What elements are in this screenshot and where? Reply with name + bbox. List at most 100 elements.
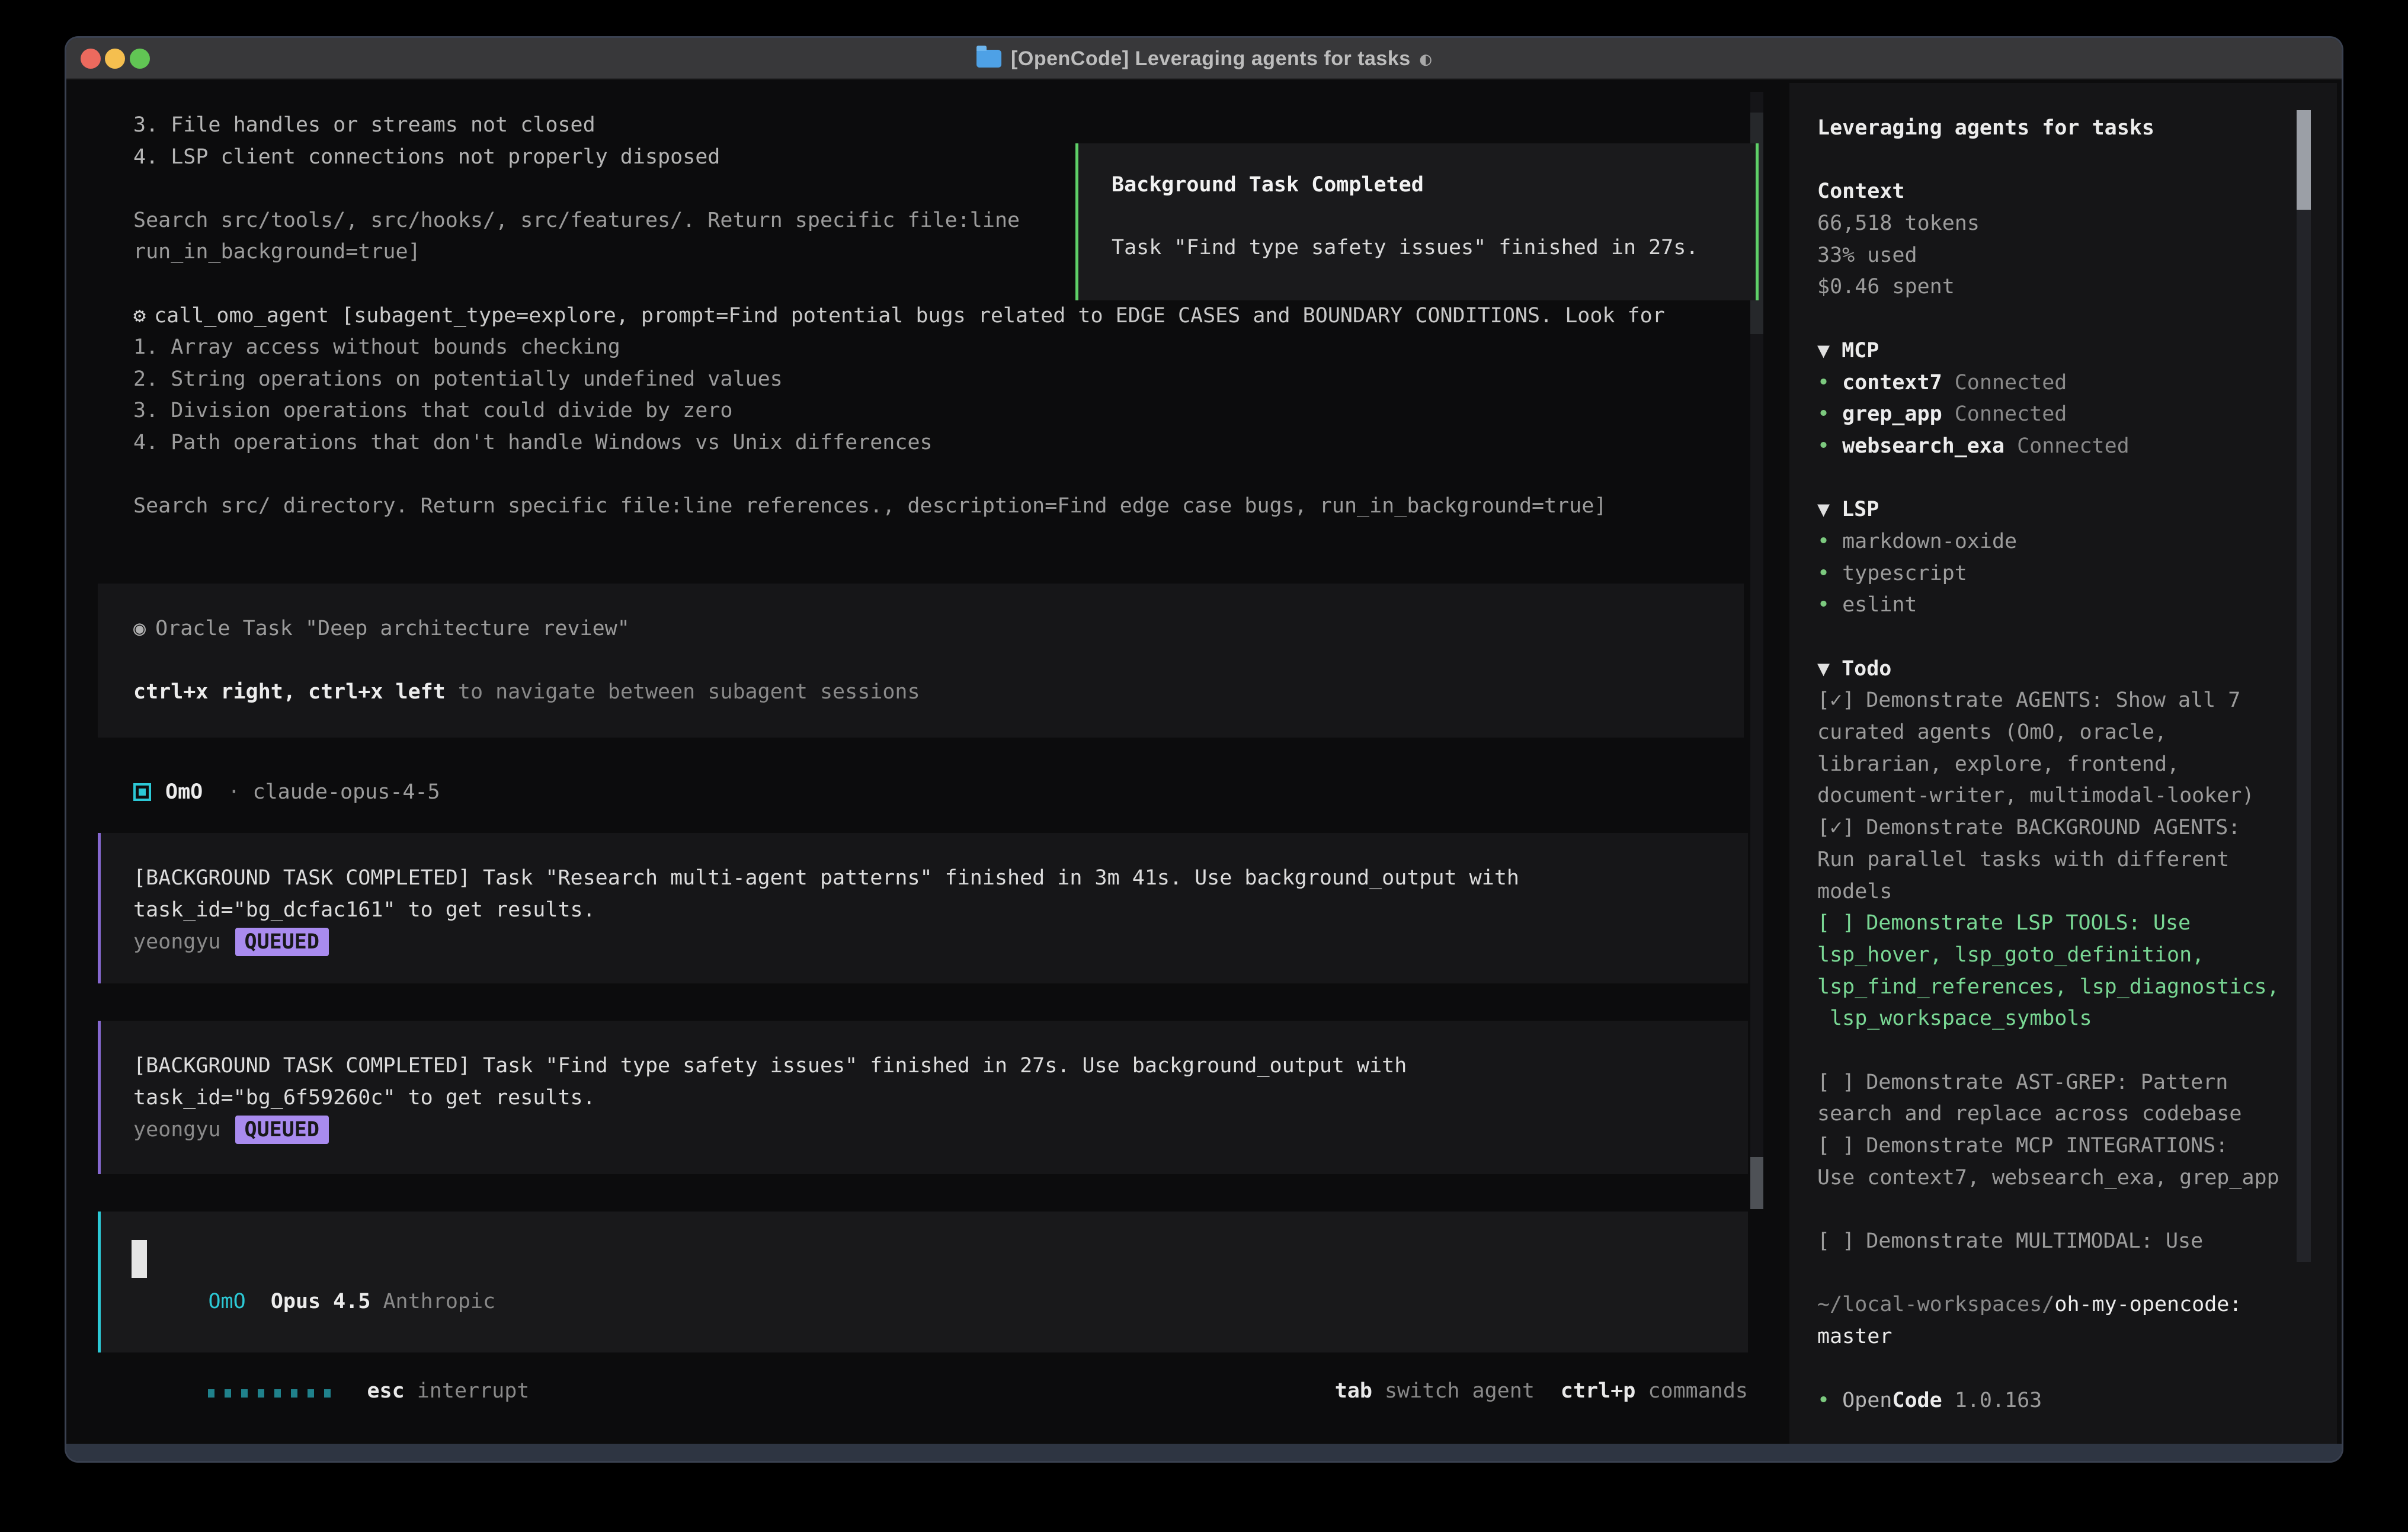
scrollback-line: Search src/ directory. Return specific f… (133, 491, 1665, 523)
lsp-item: •markdown-oxide (1817, 526, 2297, 558)
mcp-name: grep_app (1842, 402, 1942, 426)
agent-header: OmO · claude-opus-4-5 (133, 776, 440, 808)
todo-line: librarian, explore, frontend, (1817, 749, 2297, 781)
mcp-section-header[interactable]: ▼MCP (1817, 335, 2297, 367)
task-message-line: task_id="bg_dcfac161" to get results. (133, 895, 1748, 927)
model-status-line: OmO Opus 4.5 Anthropic (133, 1266, 495, 1337)
context-used: 33% used (1817, 240, 2297, 272)
half-moon-icon: ◐ (1420, 47, 1432, 70)
checkbox-empty-icon: [ ] (1817, 1134, 1855, 1158)
bullet-icon: • (1817, 530, 1830, 553)
scrollback-line: 3. Division operations that could divide… (133, 395, 1665, 427)
todo-line: document-writer, multimodal-looker) (1817, 780, 2297, 812)
bullet-icon: • (1817, 593, 1830, 617)
todo-section-header[interactable]: ▼Todo (1817, 653, 2297, 685)
context-heading: Context (1817, 176, 2297, 208)
oracle-task-text: Oracle Task "Deep architecture review" (155, 617, 630, 640)
dot-separator: · (228, 780, 240, 804)
separator (240, 780, 252, 804)
mcp-item: • grep_app Connected (1817, 399, 2297, 431)
sidebar-content: Leveraging agents for tasks Context 66,5… (1817, 113, 2297, 1416)
scrollback-line: 1. Array access without bounds checking (133, 332, 1665, 364)
titlebar: [OpenCode] Leveraging agents for tasks ◐ (66, 38, 2342, 79)
ctrlp-key: ctrl+p (1561, 1379, 1635, 1403)
window-title: [OpenCode] Leveraging agents for tasks (1011, 47, 1411, 70)
task-user: yeongyu (133, 1118, 221, 1142)
scrollbar-thumb[interactable] (1750, 1157, 1763, 1209)
separator (203, 780, 228, 804)
zoom-button[interactable] (130, 49, 150, 69)
status-badge: QUEUED (235, 928, 329, 956)
gear-icon: ⚙ (133, 304, 146, 328)
lsp-name: typescript (1842, 562, 1967, 585)
todo-line: [ ]Demonstrate MULTIMODAL: Use (1817, 1226, 2297, 1258)
background-task-card: [BACKGROUND TASK COMPLETED] Task "Resear… (98, 833, 1748, 983)
spinner-dots-icon (208, 1389, 341, 1398)
sidebar-scrollbar[interactable] (2297, 110, 2311, 1262)
mcp-item: •websearch_exa Connected (1817, 431, 2297, 463)
lsp-item: • eslint (1817, 589, 2297, 621)
minimize-button[interactable] (105, 49, 125, 69)
context-tokens: 66,518 tokens (1817, 208, 2297, 240)
checkbox-empty-icon: [ ] (1817, 1071, 1855, 1094)
todo-line: [ ]Demonstrate AST-GREP: Pattern (1817, 1067, 2297, 1099)
input-provider: Anthropic (383, 1290, 495, 1313)
esc-key: esc (367, 1379, 404, 1403)
git-branch: master (1817, 1321, 2297, 1353)
bullet-icon: • (1817, 434, 1830, 458)
notification-body: Task "Find type safety issues" finished … (1112, 235, 1756, 261)
app-version: 1.0.163 (1955, 1389, 2042, 1412)
status-bar: esc interrupt tab switch agentctrl+p com… (133, 1375, 1748, 1407)
lsp-name: eslint (1842, 593, 1917, 617)
scrollback-line: 3. File handles or streams not closed (133, 110, 1665, 142)
checkbox-empty-icon: [ ] (1817, 911, 1855, 935)
bullet-icon: • (1817, 371, 1830, 395)
scrollback-line: 2. String operations on potentially unde… (133, 364, 1665, 396)
mcp-item: • context7 Connected (1817, 367, 2297, 399)
todo-line-active: lsp_hover, lsp_goto_definition, (1817, 940, 2297, 972)
mcp-status: Connected (1955, 371, 2067, 395)
task-meta: yeongyu QUEUED (133, 926, 1748, 958)
checkbox-empty-icon: [ ] (1817, 1229, 1855, 1253)
input-model-name: Opus 4.5 (271, 1290, 371, 1313)
bullet-icon: • (1817, 1389, 1830, 1412)
session-sidebar: Leveraging agents for tasks Context 66,5… (1789, 83, 2337, 1444)
tool-call-line: ⚙ call_omo_agent [subagent_type=explore, … (133, 300, 1665, 332)
mcp-status: Connected (2017, 434, 2130, 458)
ctrlp-label: commands (1648, 1379, 1748, 1403)
workspace-repo: oh-my-opencode: (2054, 1293, 2242, 1316)
subagent-nav-hint: ctrl+x right, ctrl+x left to navigate be… (133, 677, 1744, 709)
task-message-line: task_id="bg_6f59260c" to get results. (133, 1082, 1748, 1114)
background-task-notification: Background Task Completed Task "Find typ… (1075, 143, 1759, 300)
task-message-line: [BACKGROUND TASK COMPLETED] Task "Resear… (133, 863, 1748, 895)
tab-key: tab (1335, 1379, 1372, 1403)
workspace-dir: ~/local-workspaces/ (1817, 1293, 2054, 1316)
context-spent: $0.46 spent (1817, 271, 2297, 303)
prompt-input[interactable]: OmO Opus 4.5 Anthropic (98, 1212, 1748, 1352)
bullet-icon: • (1817, 402, 1830, 426)
todo-line: [ ]Demonstrate MCP INTEGRATIONS: (1817, 1130, 2297, 1162)
task-user: yeongyu (133, 930, 221, 954)
notification-title: Background Task Completed (1112, 172, 1756, 198)
mcp-status: Connected (1955, 402, 2067, 426)
todo-heading: Todo (1842, 657, 1891, 681)
tool-call-text: call_omo_agent [subagent_type=explore, p… (154, 304, 1665, 328)
task-message-line: [BACKGROUND TASK COMPLETED] Task "Find t… (133, 1050, 1748, 1082)
background-task-card: [BACKGROUND TASK COMPLETED] Task "Find t… (98, 1021, 1748, 1174)
todo-line-active: lsp_find_references, lsp_diagnostics, (1817, 972, 2297, 1004)
lsp-section-header[interactable]: ▼LSP (1817, 494, 2297, 526)
scrollback-line: 4. Path operations that don't handle Win… (133, 427, 1665, 459)
task-meta: yeongyu QUEUED (133, 1114, 1748, 1146)
scrollbar-thumb[interactable] (2297, 110, 2311, 210)
todo-line: models (1817, 876, 2297, 908)
hint-text: to navigate between subagent sessions (458, 680, 920, 704)
close-button[interactable] (81, 49, 101, 69)
app-name-dim: Open (1842, 1389, 1892, 1412)
hint-key: ctrl+x right, (133, 680, 296, 704)
todo-line: [✓]Demonstrate BACKGROUND AGENTS: (1817, 812, 2297, 844)
todo-line: Run parallel tasks with different (1817, 844, 2297, 876)
record-icon: ◉ (133, 617, 146, 640)
app-version-line: •OpenCode 1.0.163 (1817, 1385, 2297, 1417)
status-right: tab switch agentctrl+p commands (1260, 1355, 1748, 1427)
mcp-name: context7 (1842, 371, 1942, 395)
